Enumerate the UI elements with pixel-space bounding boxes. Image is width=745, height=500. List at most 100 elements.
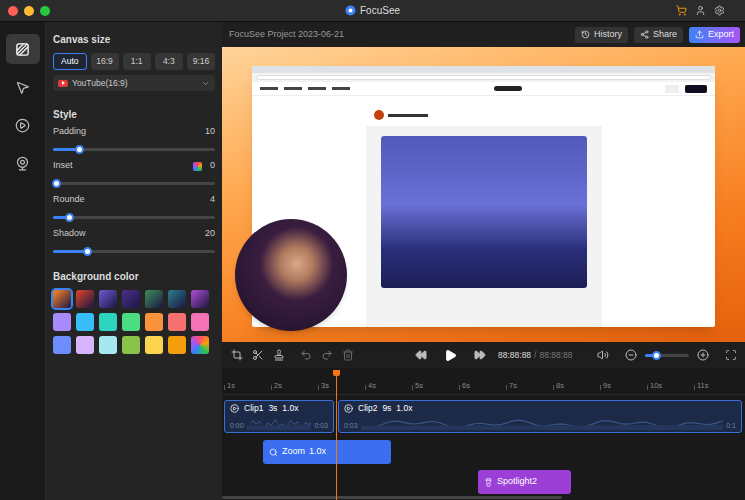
redo-icon[interactable] [321, 349, 333, 361]
rail-item[interactable] [6, 148, 40, 178]
background-swatch[interactable] [168, 290, 186, 308]
trash-icon[interactable] [342, 349, 354, 361]
background-swatch[interactable] [53, 290, 71, 308]
section-title: Canvas size [53, 33, 215, 47]
scissors-icon[interactable] [252, 349, 264, 361]
style-slider[interactable] [53, 178, 215, 188]
background-swatch[interactable] [99, 290, 117, 308]
color-wheel-icon[interactable] [193, 162, 202, 171]
play-icon[interactable] [444, 349, 457, 362]
timecode: 88:88:88/88:88:88 [498, 349, 573, 362]
background-swatch[interactable] [168, 336, 186, 354]
playback-controls: 88:88:88/88:88:88 [222, 342, 745, 368]
action-button[interactable]: Export [689, 27, 740, 43]
rail-icon [15, 118, 30, 133]
stamp-icon[interactable] [273, 349, 285, 361]
slider-thumb[interactable] [652, 351, 661, 360]
traffic-light[interactable] [40, 6, 50, 16]
background-swatch[interactable] [53, 336, 71, 354]
background-swatch[interactable] [191, 313, 209, 331]
background-swatch[interactable] [122, 313, 140, 331]
action-button[interactable]: Share [634, 27, 683, 43]
ruler-label: 7s [506, 381, 553, 390]
canvas-size-option[interactable]: 9:16 [187, 53, 215, 70]
timeline-zoom-slider[interactable] [645, 350, 689, 360]
rail-icon [15, 156, 30, 171]
rewind-icon[interactable] [415, 349, 427, 361]
zoom-effect-icon [269, 448, 278, 457]
ruler-label: 11s [694, 381, 741, 390]
timeline: 1s2s3s4s5s6s7s8s9s10s11s Clip13s1.0x0:000… [222, 368, 745, 500]
background-swatch[interactable] [122, 290, 140, 308]
style-slider-row: Shadow20 [53, 227, 215, 256]
background-swatch[interactable] [76, 290, 94, 308]
chevron-down-icon [201, 79, 210, 88]
slider-thumb[interactable] [75, 145, 84, 154]
main-area: FocuSee Project 2023-06-21History Share Ex… [222, 22, 745, 500]
slider-thumb[interactable] [52, 179, 61, 188]
fast-forward-icon[interactable] [474, 349, 486, 361]
webcam-overlay [235, 219, 347, 331]
background-swatch[interactable] [99, 313, 117, 331]
canvas-size-option[interactable]: 1:1 [123, 53, 151, 70]
style-slider-row: Rounde4 [53, 193, 215, 222]
background-swatch[interactable] [122, 336, 140, 354]
timeline-scrollbar[interactable] [222, 496, 562, 499]
video-clip[interactable]: Clip13s1.0x0:000:03 [224, 400, 334, 433]
zoom-out-icon[interactable] [625, 349, 637, 361]
effect-clip[interactable]: Spotlight2 [478, 470, 571, 494]
time-ruler: 1s2s3s4s5s6s7s8s9s10s11s [222, 368, 745, 395]
fit-icon[interactable] [725, 349, 737, 361]
project-name: FocuSee Project 2023-06-21 [229, 28, 575, 42]
rail-item[interactable] [6, 72, 40, 102]
traffic-light[interactable] [24, 6, 34, 16]
cart-icon[interactable] [676, 5, 687, 16]
canvas-size-option[interactable]: Auto [53, 53, 87, 70]
user-icon[interactable] [695, 5, 706, 16]
preset-dropdown[interactable]: YouTube(16:9) [53, 75, 215, 91]
clip-play-icon [344, 404, 353, 413]
effect-clip[interactable]: Zoom1.0x [263, 440, 391, 464]
background-swatch[interactable] [99, 336, 117, 354]
background-swatch[interactable] [76, 313, 94, 331]
style-slider[interactable] [53, 212, 215, 222]
rail-item[interactable] [6, 34, 40, 64]
ruler-label: 9s [600, 381, 647, 390]
background-swatch[interactable] [168, 313, 186, 331]
action-icon [640, 30, 649, 39]
crop-icon[interactable] [231, 349, 243, 361]
slider-value: 0 [210, 159, 215, 173]
app-window: FocuSee Canvas size Auto16:91:14:39:16 YouT… [0, 0, 745, 500]
rail-item[interactable] [6, 110, 40, 140]
slider-thumb[interactable] [65, 213, 74, 222]
rail-icon [15, 42, 30, 57]
playhead[interactable] [336, 370, 337, 500]
background-swatch[interactable] [53, 313, 71, 331]
waveform-icon [247, 418, 312, 430]
background-swatch[interactable] [76, 336, 94, 354]
slider-thumb[interactable] [83, 247, 92, 256]
video-clip[interactable]: Clip29s1.0x0:030:1 [338, 400, 742, 433]
section-title: Style [53, 108, 215, 122]
action-icon [581, 30, 590, 39]
background-swatch[interactable] [191, 336, 209, 354]
background-swatch[interactable] [145, 290, 163, 308]
zoom-in-icon[interactable] [697, 349, 709, 361]
background-swatch[interactable] [145, 313, 163, 331]
ruler-label: 5s [412, 381, 459, 390]
background-swatch[interactable] [191, 290, 209, 308]
style-slider[interactable] [53, 144, 215, 154]
traffic-light[interactable] [8, 6, 18, 16]
canvas-size-option[interactable]: 4:3 [155, 53, 183, 70]
style-slider[interactable] [53, 246, 215, 256]
undo-icon[interactable] [300, 349, 312, 361]
style-slider-row: Padding10 [53, 125, 215, 154]
canvas-size-option[interactable]: 16:9 [91, 53, 119, 70]
rail-icon [15, 80, 30, 95]
gear-icon[interactable] [714, 5, 725, 16]
background-swatch[interactable] [145, 336, 163, 354]
volume-icon[interactable] [597, 349, 609, 361]
ruler-label: 2s [271, 381, 318, 390]
title-bar: FocuSee [0, 0, 745, 22]
action-button[interactable]: History [575, 27, 628, 43]
